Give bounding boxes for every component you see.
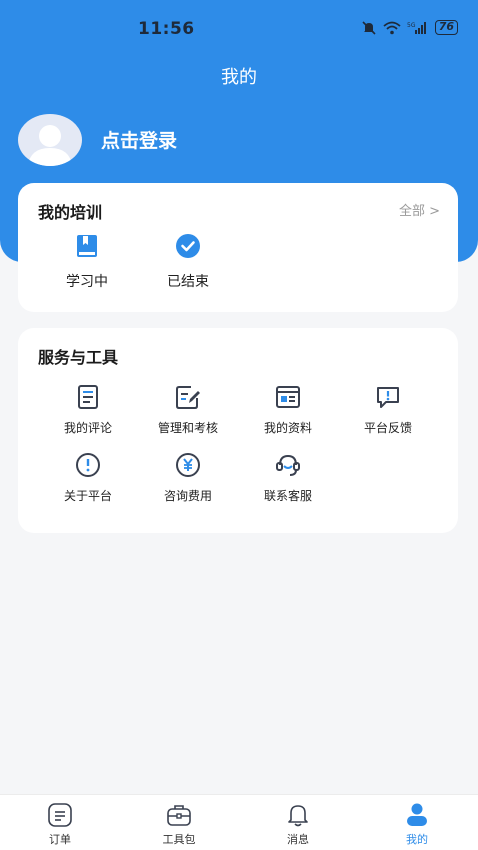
tab-mine[interactable]: 我的: [367, 803, 467, 847]
service-label: 联系客服: [263, 489, 312, 503]
service-about-platform[interactable]: 关于平台: [38, 452, 138, 504]
service-label: 关于平台: [63, 489, 112, 503]
status-time: 11:56: [138, 19, 195, 39]
training-item-label: 已结束: [167, 274, 209, 290]
bottom-tab-bar: 订单 工具包 消息 我的: [0, 794, 478, 850]
tab-orders[interactable]: 订单: [10, 803, 110, 847]
service-label: 我的资料: [263, 421, 312, 435]
profile-card-icon: [275, 384, 301, 410]
training-title: 我的培训: [38, 203, 103, 222]
service-label: 我的评论: [63, 421, 112, 435]
service-my-comments[interactable]: 我的评论: [38, 384, 138, 436]
service-label: 平台反馈: [363, 421, 412, 435]
book-icon: [74, 233, 100, 259]
tab-label: 工具包: [162, 833, 196, 846]
service-consult-fees[interactable]: 咨询费用: [138, 452, 238, 504]
service-platform-feedback[interactable]: 平台反馈: [338, 384, 438, 436]
training-item-finished[interactable]: 已结束: [143, 233, 233, 291]
avatar[interactable]: [18, 114, 82, 166]
tab-label: 我的: [406, 833, 428, 846]
user-icon: [404, 803, 430, 827]
toolkit-icon: [166, 803, 192, 827]
service-label: 咨询费用: [163, 489, 212, 503]
tab-label: 订单: [49, 833, 71, 846]
service-management-assessment[interactable]: 管理和考核: [138, 384, 238, 436]
status-bar: 11:56 5G 76: [0, 0, 478, 58]
services-card: 服务与工具 我的评论 管理和考核 我的资料 平台反馈 关于平台 咨询费用 联系客…: [18, 328, 458, 533]
signal-icon: 5G: [407, 21, 426, 34]
service-label: 管理和考核: [157, 421, 218, 435]
login-link[interactable]: 点击登录: [101, 126, 177, 153]
order-icon: [47, 803, 73, 827]
training-card: 我的培训 全部 > 学习中 已结束: [18, 183, 458, 312]
training-item-label: 学习中: [66, 274, 108, 290]
feedback-icon: [375, 384, 401, 410]
services-title: 服务与工具: [38, 348, 119, 367]
bell-icon: [285, 803, 311, 827]
tab-toolkit[interactable]: 工具包: [129, 803, 229, 847]
tab-messages[interactable]: 消息: [248, 803, 348, 847]
check-circle-icon: [175, 233, 201, 259]
headset-icon: [275, 452, 301, 478]
service-my-materials[interactable]: 我的资料: [238, 384, 338, 436]
svg-text:5G: 5G: [407, 22, 416, 29]
yen-icon: [175, 452, 201, 478]
battery-indicator: 76: [434, 20, 458, 35]
document-icon: [75, 384, 101, 410]
mute-icon: [362, 20, 376, 35]
status-icons: 5G 76: [361, 20, 458, 35]
avatar-placeholder-icon: [28, 125, 72, 166]
service-contact-support[interactable]: 联系客服: [238, 452, 338, 504]
view-all-link[interactable]: 全部 >: [399, 200, 440, 219]
page-title: 我的: [221, 67, 257, 88]
training-item-studying[interactable]: 学习中: [42, 233, 132, 291]
info-icon: [75, 452, 101, 478]
tab-label: 消息: [287, 833, 309, 846]
wifi-icon: [383, 21, 401, 34]
edit-icon: [175, 384, 201, 410]
